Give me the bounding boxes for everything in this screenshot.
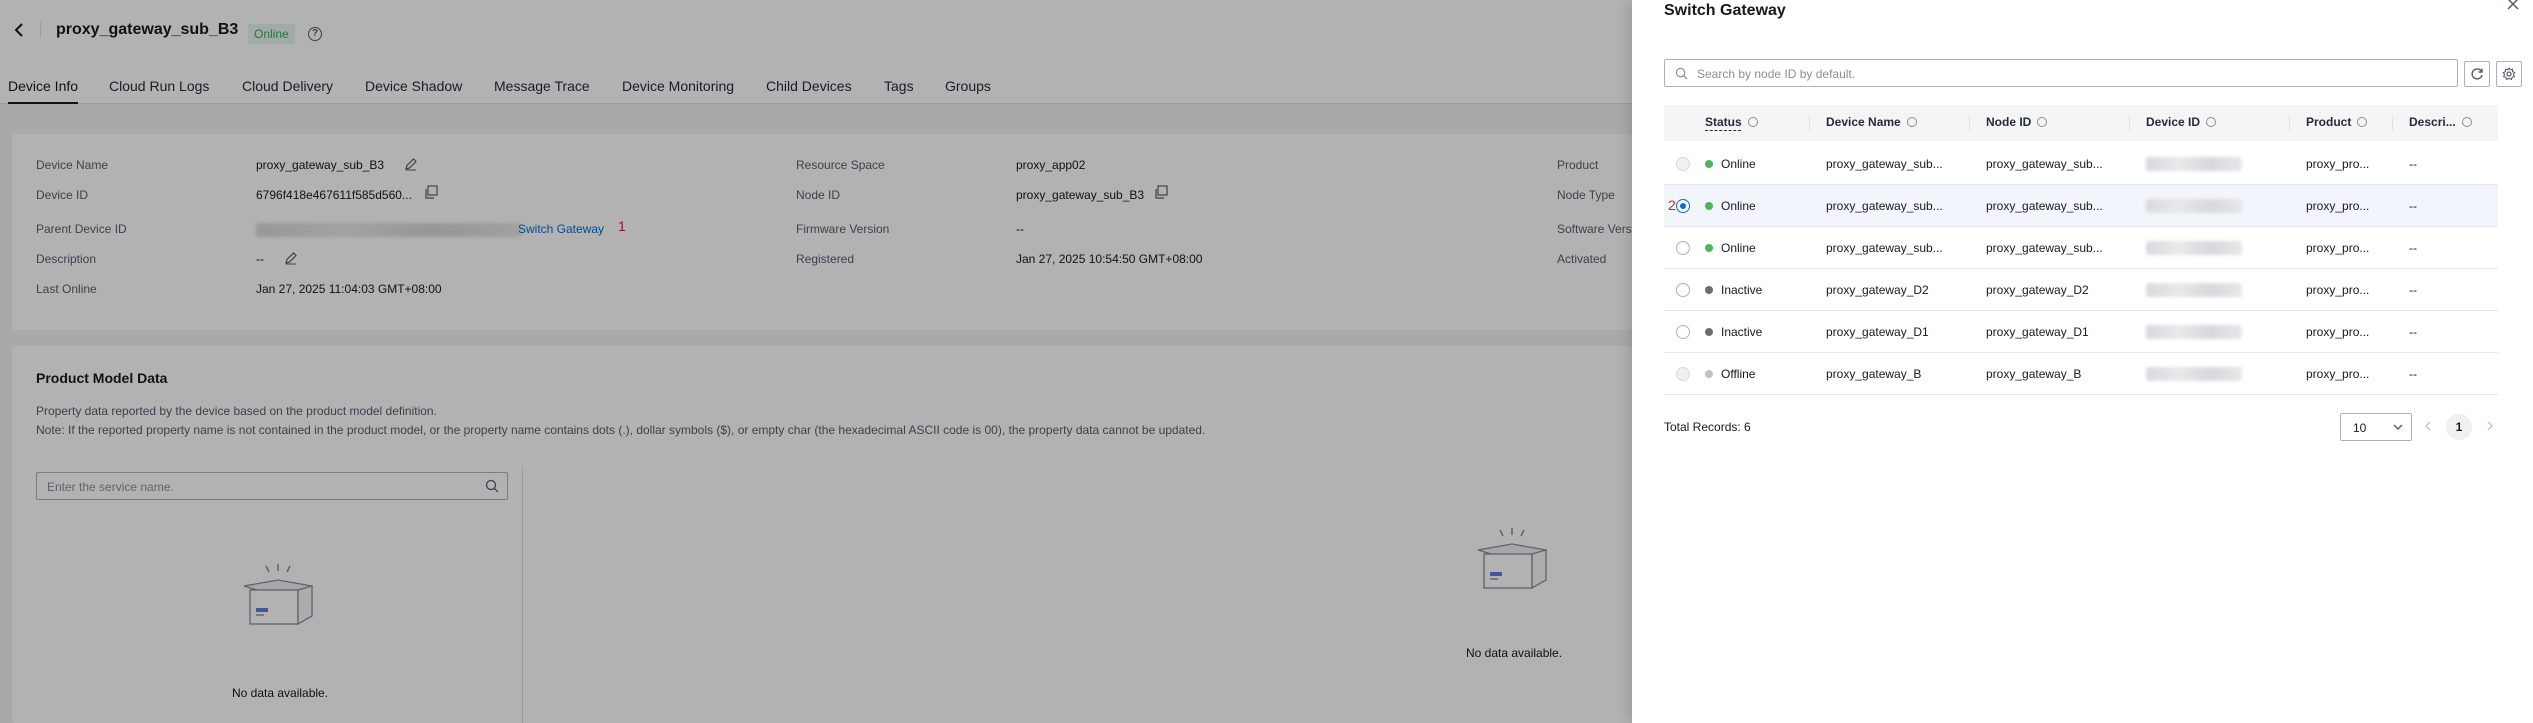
current-page-button[interactable]: 1 <box>2446 414 2472 440</box>
table-row[interactable]: Inactive proxy_gateway_D1 proxy_gateway_… <box>1664 311 2498 353</box>
row-device-id-redacted <box>2146 325 2242 339</box>
switch-gateway-drawer: Switch Gateway Search by node ID by defa… <box>1632 0 2533 723</box>
row-description: -- <box>2409 283 2417 297</box>
table-header: Status Device Name Node ID Device ID Pro… <box>1664 105 2498 141</box>
filter-icon[interactable] <box>1906 116 1917 127</box>
row-product: proxy_pro... <box>2306 157 2370 171</box>
row-node-id-link[interactable]: proxy_gateway_sub... <box>1986 241 2116 255</box>
row-node-id-link[interactable]: proxy_gateway_sub... <box>1986 157 2116 171</box>
column-header-product[interactable]: Product <box>2306 115 2368 129</box>
status-dot-inactive <box>1705 286 1713 294</box>
row-description: -- <box>2409 367 2417 381</box>
column-product-label: Product <box>2306 115 2352 129</box>
row-product: proxy_pro... <box>2306 199 2370 213</box>
status-dot-online <box>1705 160 1713 168</box>
column-divider <box>1809 115 1810 131</box>
row-radio[interactable] <box>1676 283 1690 297</box>
column-status-label: Status <box>1705 115 1742 129</box>
table-row[interactable]: Online proxy_gateway_sub... proxy_gatewa… <box>1664 143 2498 185</box>
filter-icon[interactable] <box>1747 116 1758 127</box>
column-divider <box>2129 115 2130 131</box>
row-description: -- <box>2409 157 2417 171</box>
filter-icon[interactable] <box>2461 116 2472 127</box>
column-header-status[interactable]: Status <box>1705 115 1758 129</box>
row-status: Online <box>1721 199 1756 213</box>
filter-icon[interactable] <box>2206 116 2217 127</box>
row-status: Online <box>1721 241 1756 255</box>
column-divider <box>2392 115 2393 131</box>
gear-icon <box>2502 67 2516 81</box>
row-description: -- <box>2409 199 2417 213</box>
row-status: Inactive <box>1721 325 1763 339</box>
column-header-node-id[interactable]: Node ID <box>1986 115 2048 129</box>
table-row[interactable]: Inactive proxy_gateway_D2 proxy_gateway_… <box>1664 269 2498 311</box>
row-device-id-redacted <box>2146 241 2242 255</box>
table-row[interactable]: Offline proxy_gateway_B proxy_gateway_B … <box>1664 353 2498 395</box>
column-header-description[interactable]: Descri... <box>2409 115 2472 129</box>
row-radio[interactable] <box>1676 241 1690 255</box>
row-node-id-link[interactable]: proxy_gateway_sub... <box>1986 199 2116 213</box>
row-product: proxy_pro... <box>2306 241 2370 255</box>
column-device-id-label: Device ID <box>2146 115 2201 129</box>
settings-button[interactable] <box>2496 61 2522 87</box>
row-device-name: proxy_gateway_B <box>1826 367 1922 381</box>
search-icon <box>1675 67 1688 80</box>
row-device-id-redacted <box>2146 283 2242 297</box>
refresh-icon <box>2471 68 2483 80</box>
row-radio <box>1676 157 1690 171</box>
node-search-placeholder: Search by node ID by default. <box>1697 67 1856 81</box>
row-device-name: proxy_gateway_D1 <box>1826 325 1929 339</box>
column-description-label: Descri... <box>2409 115 2456 129</box>
row-device-name: proxy_gateway_sub... <box>1826 157 1943 171</box>
row-radio <box>1676 367 1690 381</box>
row-status: Inactive <box>1721 283 1763 297</box>
column-header-device-id[interactable]: Device ID <box>2146 115 2217 129</box>
column-divider <box>1969 115 1970 131</box>
node-search-input[interactable]: Search by node ID by default. <box>1664 59 2458 87</box>
page-size-select[interactable]: 10 <box>2340 413 2412 441</box>
column-header-device-name[interactable]: Device Name <box>1826 115 1917 129</box>
row-product: proxy_pro... <box>2306 367 2370 381</box>
row-node-id-link[interactable]: proxy_gateway_B <box>1986 367 2116 381</box>
table-row[interactable]: Online proxy_gateway_sub... proxy_gatewa… <box>1664 227 2498 269</box>
column-device-name-label: Device Name <box>1826 115 1901 129</box>
column-node-id-label: Node ID <box>1986 115 2032 129</box>
row-device-name: proxy_gateway_sub... <box>1826 199 1943 213</box>
row-status: Online <box>1721 157 1756 171</box>
row-device-id-redacted <box>2146 199 2242 213</box>
filter-icon[interactable] <box>2037 116 2048 127</box>
next-page-icon[interactable] <box>2484 420 2496 432</box>
row-device-id-redacted <box>2146 367 2242 381</box>
prev-page-icon[interactable] <box>2422 420 2434 432</box>
row-product: proxy_pro... <box>2306 325 2370 339</box>
page-size-value: 10 <box>2353 421 2367 435</box>
status-dot-online <box>1705 244 1713 252</box>
row-description: -- <box>2409 241 2417 255</box>
total-records: Total Records: 6 <box>1664 420 1751 434</box>
refresh-button[interactable] <box>2464 61 2490 87</box>
close-icon[interactable] <box>2505 0 2521 12</box>
status-dot-inactive <box>1705 328 1713 336</box>
row-node-id-link[interactable]: proxy_gateway_D1 <box>1986 325 2116 339</box>
filter-icon[interactable] <box>2357 116 2368 127</box>
row-device-id-redacted <box>2146 157 2242 171</box>
status-dot-offline <box>1705 370 1713 378</box>
row-status: Offline <box>1721 367 1756 381</box>
table-row-selected[interactable]: 2 Online proxy_gateway_sub... proxy_gate… <box>1664 185 2498 227</box>
status-header-underline <box>1705 130 1741 131</box>
row-product: proxy_pro... <box>2306 283 2370 297</box>
row-device-name: proxy_gateway_D2 <box>1826 283 1929 297</box>
status-dot-online <box>1705 202 1713 210</box>
annotation-marker-2: 2 <box>1668 197 1676 213</box>
row-description: -- <box>2409 325 2417 339</box>
column-divider <box>2289 115 2290 131</box>
modal-overlay[interactable] <box>0 0 1632 723</box>
chevron-down-icon <box>2393 424 2403 430</box>
row-device-name: proxy_gateway_sub... <box>1826 241 1943 255</box>
row-node-id-link[interactable]: proxy_gateway_D2 <box>1986 283 2116 297</box>
row-radio[interactable] <box>1676 325 1690 339</box>
row-radio[interactable] <box>1676 199 1690 213</box>
drawer-title: Switch Gateway <box>1664 2 1786 19</box>
